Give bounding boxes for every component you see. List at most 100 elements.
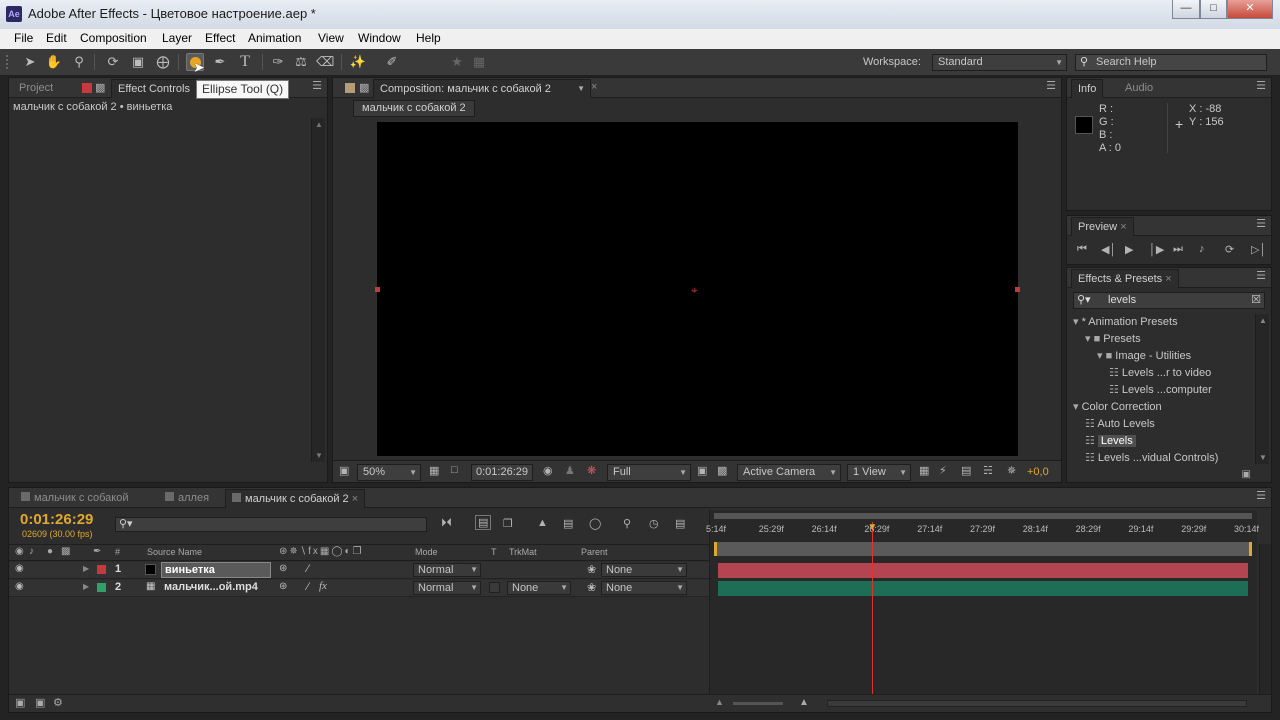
tree-item[interactable]: ☷ Levels ...vidual Controls): [1067, 450, 1253, 467]
solo-icon[interactable]: ●: [47, 546, 53, 557]
menu-composition[interactable]: Composition: [80, 31, 147, 45]
toggle-in-out-icon[interactable]: ⚙: [53, 696, 63, 709]
menu-window[interactable]: Window: [358, 31, 401, 45]
pick-whip-icon[interactable]: ❀: [587, 581, 596, 594]
close-window-button[interactable]: ✕: [1227, 0, 1273, 19]
search-help-field[interactable]: ⚲ Search Help: [1075, 54, 1267, 71]
tab-timeline-comp-1[interactable]: мальчик с собакой: [15, 489, 135, 508]
quality-switch-icon[interactable]: ∕: [307, 563, 309, 575]
next-frame-icon[interactable]: │▶: [1149, 243, 1164, 256]
lock-icon[interactable]: ▩: [61, 546, 70, 557]
scroll-down-icon[interactable]: ▼: [1259, 453, 1267, 462]
type-tool-icon[interactable]: T: [236, 53, 254, 71]
graph-editor-icon[interactable]: ▤: [675, 517, 685, 530]
close-tab-icon[interactable]: ×: [1120, 221, 1126, 233]
camera-view-dropdown[interactable]: Active Camera ▼: [737, 464, 841, 481]
brush-tool-icon[interactable]: ✑: [269, 53, 287, 71]
tree-item[interactable]: ▾ ■ Presets: [1067, 331, 1253, 348]
panel-menu-icon[interactable]: ☰: [1256, 217, 1266, 230]
toggle-switches-icon[interactable]: ▣: [15, 696, 25, 709]
toggle-modes-icon[interactable]: ▣: [35, 696, 45, 709]
expand-arrow-icon[interactable]: ▶: [83, 564, 89, 573]
grip-handle[interactable]: [6, 55, 12, 69]
eye-icon[interactable]: ◉: [15, 546, 24, 557]
eye-icon[interactable]: ◉: [15, 581, 24, 592]
tree-item[interactable]: ▾ * Animation Presets: [1067, 314, 1253, 331]
panel-menu-icon[interactable]: ☰: [1256, 269, 1266, 282]
toggle-pixel-aspect-icon[interactable]: ▦: [919, 464, 929, 477]
draft-3d-icon[interactable]: ❐: [503, 517, 513, 530]
close-tab-icon[interactable]: ×: [1165, 273, 1171, 285]
layer-duration-bar[interactable]: [718, 581, 1248, 596]
timeline-current-time[interactable]: 0:01:26:29: [20, 511, 93, 528]
brainstorm-icon[interactable]: ⚲: [623, 517, 631, 530]
pen-tool-icon[interactable]: ✒: [211, 53, 229, 71]
first-frame-icon[interactable]: ⏮: [1077, 243, 1087, 256]
panel-menu-icon[interactable]: ☰: [1256, 489, 1266, 502]
tree-item[interactable]: ☷ Levels ...r to video: [1067, 365, 1253, 382]
time-graph[interactable]: 5:14f 25:29f 26:14f 26:29f 27:14f 27:29f 28:14…: [706, 510, 1259, 700]
flowchart-icon[interactable]: ☵: [983, 464, 993, 477]
audio-icon[interactable]: ♪: [29, 546, 34, 557]
selection-tool-icon[interactable]: ➤: [21, 53, 39, 71]
menu-file[interactable]: File: [14, 31, 33, 45]
motion-blur-icon[interactable]: ◯: [589, 517, 601, 530]
tab-timeline-comp-3[interactable]: мальчик с собакой 2 ×: [225, 489, 366, 508]
work-area-bar[interactable]: [714, 513, 1252, 519]
chevron-down-icon[interactable]: ▼: [577, 80, 585, 98]
scrollbar[interactable]: ▲ ▼: [1255, 314, 1269, 464]
layer-duration-bar[interactable]: [718, 563, 1248, 578]
current-time-field[interactable]: 0:01:26:29: [471, 464, 533, 481]
exposure-value[interactable]: +0,0: [1027, 466, 1049, 478]
tree-item[interactable]: ▾ Color Correction: [1067, 399, 1253, 416]
maximize-button[interactable]: □: [1200, 0, 1227, 19]
menu-help[interactable]: Help: [416, 31, 441, 45]
scrollbar[interactable]: [1259, 544, 1271, 694]
panel-menu-icon[interactable]: ☰: [312, 79, 322, 92]
zoom-slider[interactable]: [733, 702, 783, 705]
composition-nav-tab[interactable]: мальчик с собакой 2: [353, 100, 475, 117]
exposure-icon[interactable]: ✵: [1007, 464, 1016, 477]
tab-info[interactable]: Info: [1071, 79, 1104, 98]
column-source-name[interactable]: Source Name: [147, 547, 202, 557]
tab-timeline-comp-2[interactable]: аллея: [159, 489, 215, 508]
tab-effect-controls[interactable]: Effect Controls: [111, 79, 197, 98]
tree-item[interactable]: ☷ Auto Levels: [1067, 416, 1253, 433]
pick-whip-icon[interactable]: ❀: [587, 563, 596, 576]
pan-behind-tool-icon[interactable]: ⨁: [154, 53, 172, 71]
zoom-out-icon[interactable]: ▲: [715, 697, 724, 707]
horizontal-scrollbar[interactable]: [827, 700, 1247, 707]
play-icon[interactable]: ▶: [1125, 243, 1133, 256]
layer-label-color[interactable]: [97, 583, 106, 592]
menu-animation[interactable]: Animation: [248, 31, 301, 45]
tab-effects-presets[interactable]: Effects & Presets ×: [1071, 269, 1179, 288]
tree-item[interactable]: ▾ ■ Image - Utilities: [1067, 348, 1253, 365]
expand-arrow-icon[interactable]: ▶: [83, 582, 89, 591]
tab-composition[interactable]: Composition: мальчик с собакой 2 ▼: [373, 79, 591, 98]
blend-mode-dropdown[interactable]: Normal ▼: [413, 581, 481, 595]
scroll-up-icon[interactable]: ▲: [315, 120, 323, 129]
tab-project[interactable]: Project: [13, 79, 59, 98]
shy-switch-icon[interactable]: ⊛: [279, 581, 287, 592]
shy-switch-icon[interactable]: ⊛: [279, 563, 287, 574]
work-area[interactable]: [714, 542, 1252, 556]
minimize-button[interactable]: —: [1172, 0, 1200, 19]
preserve-transparency-checkbox[interactable]: [489, 582, 500, 593]
composition-viewer[interactable]: ⌖: [375, 122, 1020, 456]
fx-icon[interactable]: fx: [319, 580, 327, 592]
camera-orbit-tool-icon[interactable]: ▣: [129, 53, 147, 71]
view-layout-dropdown[interactable]: 1 View ▼: [847, 464, 911, 481]
panel-menu-icon[interactable]: ☰: [1046, 79, 1056, 92]
hand-tool-icon[interactable]: ✋: [45, 53, 63, 71]
layer-row[interactable]: ◉ ▶ 1 виньетка ⊛ ∕ Normal ▼ ❀ None ▼: [9, 562, 709, 579]
timeline-search-field[interactable]: ⚲▾: [115, 517, 427, 532]
puppet-tool-icon[interactable]: ✐: [383, 53, 401, 71]
safe-zones-icon[interactable]: ▦: [429, 464, 439, 477]
menu-layer[interactable]: Layer: [162, 31, 192, 45]
scroll-up-icon[interactable]: ▲: [1259, 316, 1267, 325]
playhead[interactable]: ▼: [867, 522, 877, 698]
show-snapshot-icon[interactable]: ♟: [565, 464, 575, 477]
magnification-dropdown[interactable]: 50% ▼: [357, 464, 421, 481]
track-matte-dropdown[interactable]: None ▼: [507, 581, 571, 595]
tab-audio[interactable]: Audio: [1119, 79, 1159, 98]
